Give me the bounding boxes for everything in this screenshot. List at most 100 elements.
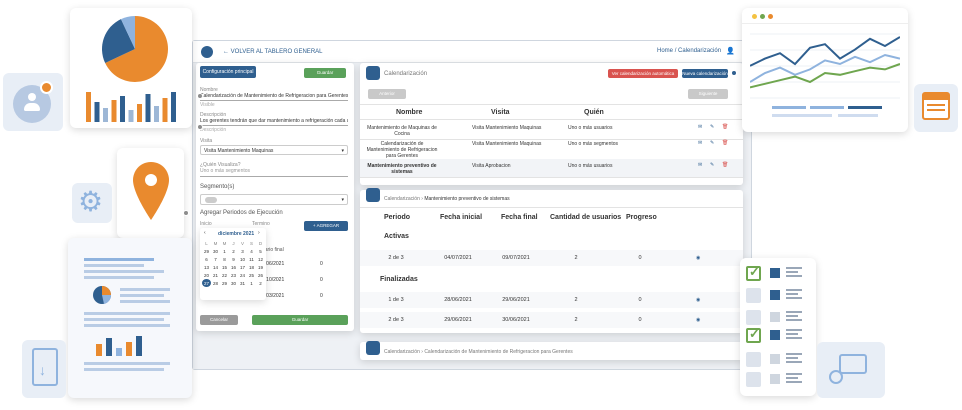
calendar-day[interactable]: 8 — [220, 255, 229, 263]
view-icon[interactable]: ◉ — [696, 317, 700, 323]
legend-line — [810, 106, 844, 109]
breadcrumb-home[interactable]: Home — [657, 48, 673, 54]
calendar-day[interactable]: 17 — [238, 263, 247, 271]
calendar-day[interactable]: 26 — [256, 271, 265, 279]
breadcrumb-current: Calendarización — [678, 48, 722, 54]
delete-icon[interactable]: 🗑 — [722, 124, 728, 130]
calendarization-panel: Calendarización Ver calendarización auto… — [360, 63, 743, 185]
doc-bar-chart — [92, 334, 162, 356]
table-row[interactable]: 1 de 3 28/06/2021 29/06/2021 2 0 ◉ — [360, 292, 743, 308]
row-period: 1 de 3 — [388, 297, 404, 303]
next-month-icon[interactable]: › — [258, 230, 260, 236]
delete-icon[interactable]: 🗑 — [722, 140, 728, 146]
calendar-day[interactable]: 9 — [229, 255, 238, 263]
view-icon[interactable]: ✉ — [698, 140, 702, 146]
list-line — [786, 381, 802, 383]
prev-month-icon[interactable]: ‹ — [204, 230, 206, 236]
calendar-day[interactable]: 27 — [202, 279, 211, 287]
avatar-body — [24, 103, 40, 111]
back-link[interactable]: ← VOLVER AL TABLERO GENERAL — [223, 49, 323, 55]
column-header-who: Quién — [584, 109, 604, 116]
view-icon[interactable]: ✉ — [698, 162, 702, 168]
calendar-day[interactable]: 28 — [211, 279, 220, 287]
calendar-day[interactable]: 13 — [202, 263, 211, 271]
desc-input[interactable]: Los gerentes tendrán que dar mantenimien… — [200, 118, 348, 126]
list-line — [786, 377, 798, 379]
calendar-day[interactable]: 11 — [247, 255, 256, 263]
table-row[interactable]: 2 de 3 29/06/2021 30/06/2021 2 0 ◉ — [360, 312, 743, 328]
calendar-day[interactable]: 22 — [220, 271, 229, 279]
visit-select[interactable]: Visita Mantenimiento Maquinas ▾ — [200, 145, 348, 155]
new-calendar-button[interactable]: Nueva calendarización — [682, 69, 728, 78]
segment-select[interactable]: ▾ — [200, 194, 348, 205]
doc-line — [84, 362, 170, 365]
calendar-day[interactable]: 23 — [229, 271, 238, 279]
calendar-day[interactable]: 7 — [211, 255, 220, 263]
name-input[interactable]: Calendarización de Mantenimiento de Refr… — [200, 93, 348, 101]
segment-chip[interactable] — [205, 197, 217, 203]
view-icon[interactable]: ✉ — [698, 124, 702, 130]
row-users: 2 — [574, 297, 578, 303]
calendar-day[interactable]: 1 — [220, 247, 229, 255]
calendar-day[interactable]: 16 — [229, 263, 238, 271]
list-line — [786, 315, 798, 317]
calendar-day[interactable]: 30 — [211, 247, 220, 255]
menu-icon[interactable] — [201, 46, 213, 58]
delete-icon[interactable]: 🗑 — [722, 162, 728, 168]
auto-calendar-button[interactable]: Ver calendarización automática — [608, 69, 678, 78]
calendar-day[interactable]: 10 — [238, 255, 247, 263]
calendar-day[interactable]: 2 — [229, 247, 238, 255]
next-page-button[interactable]: Siguiente — [688, 89, 728, 99]
calendar-tile — [914, 84, 958, 132]
calendar-day[interactable]: 2 — [256, 279, 265, 287]
divider — [360, 119, 743, 120]
save-top-button[interactable]: Guardar — [304, 68, 346, 78]
calendar-day[interactable]: 19 — [256, 263, 265, 271]
table-row[interactable]: Calendarización de Mantenimiento de Refr… — [360, 137, 743, 159]
doc-line — [84, 312, 170, 315]
table-row[interactable]: 2 de 3 04/07/2021 09/07/2021 2 0 ◉ — [360, 250, 743, 266]
calendar-day[interactable]: 24 — [238, 271, 247, 279]
calendar-day[interactable]: 29 — [220, 279, 229, 287]
add-period-button[interactable]: + AGREGAR — [304, 221, 348, 231]
edit-icon[interactable]: ✎ — [710, 162, 714, 168]
submit-button[interactable]: Guardar — [252, 315, 348, 325]
calendar-day[interactable]: 20 — [202, 271, 211, 279]
calendar-day[interactable]: 15 — [220, 263, 229, 271]
periods-label: Agregar Periodos de Ejecución — [200, 210, 283, 216]
divider — [360, 177, 743, 178]
avatar-head — [28, 93, 36, 101]
calendar-day[interactable]: 18 — [247, 263, 256, 271]
view-icon[interactable]: ◉ — [696, 297, 700, 303]
bottom-crumb[interactable]: Calendarización › Calendarización de Man… — [384, 349, 573, 355]
column-header-visit: Visita — [491, 109, 510, 116]
prev-page-button[interactable]: Anterior — [368, 89, 406, 99]
location-card — [117, 148, 184, 238]
download-tile: ↓ — [22, 340, 66, 398]
calendar-day[interactable]: 6 — [202, 255, 211, 263]
table-row[interactable]: Mantenimiento preventivo de sistemas Visi… — [360, 159, 743, 177]
calendar-day[interactable]: 12 — [256, 255, 265, 263]
row-end: 29/06/2021 — [502, 297, 530, 303]
calendar-day[interactable]: 25 — [247, 271, 256, 279]
calendar-day[interactable]: 14 — [211, 263, 220, 271]
users-select[interactable]: Uno o más segmentos — [200, 168, 348, 177]
calendar-icon — [366, 66, 380, 80]
calendar-day[interactable]: 5 — [256, 247, 265, 255]
end-label: Termino — [252, 221, 270, 227]
calendar-day[interactable]: 1 — [247, 279, 256, 287]
edit-icon[interactable]: ✎ — [710, 140, 714, 146]
cancel-button[interactable]: Cancelar — [200, 315, 238, 325]
edit-icon[interactable]: ✎ — [710, 124, 714, 130]
view-icon[interactable]: ◉ — [696, 255, 700, 261]
row-who: Uno o más segmentos — [568, 141, 619, 147]
date-picker[interactable]: ‹ diciembre 2021 › L M M J V S D 29 30 1 2 3 4 5 6 7 8 9 1… — [200, 228, 266, 300]
calendar-day[interactable]: 30 — [229, 279, 238, 287]
calendar-day[interactable]: 4 — [247, 247, 256, 255]
user-icon[interactable]: 👤 — [726, 47, 735, 55]
checkbox-checked-icon: ✓ — [746, 264, 761, 281]
calendar-day[interactable]: 21 — [211, 271, 220, 279]
calendar-day[interactable]: 31 — [238, 279, 247, 287]
calendar-day[interactable]: 3 — [238, 247, 247, 255]
calendar-day[interactable]: 29 — [202, 247, 211, 255]
